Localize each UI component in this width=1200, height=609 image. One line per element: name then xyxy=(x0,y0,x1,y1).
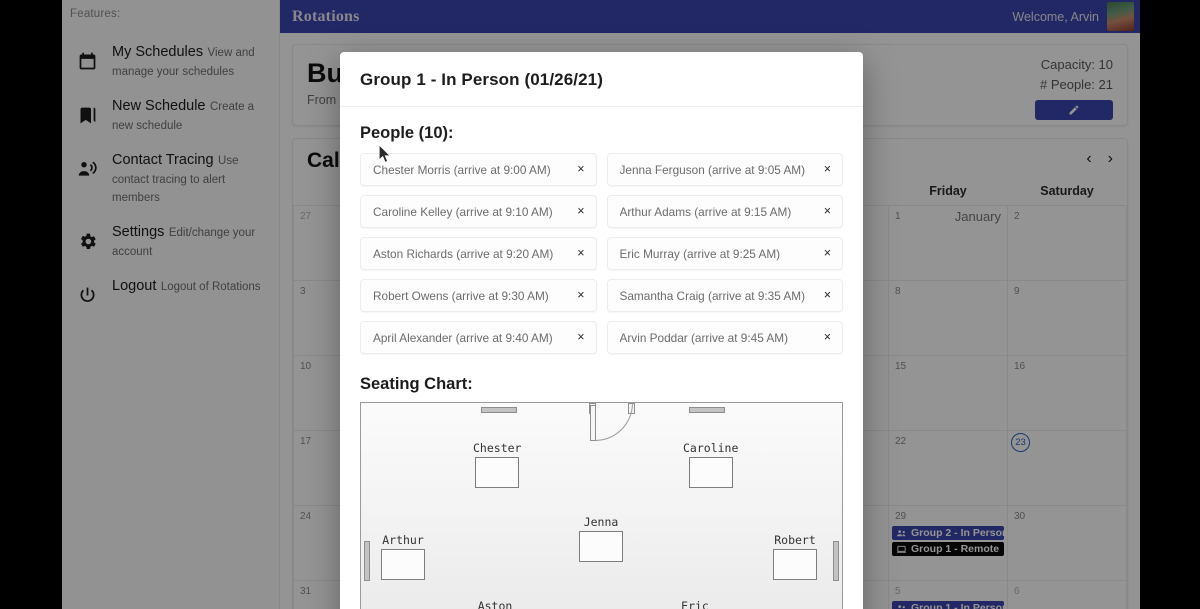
modal-scrollbar[interactable] xyxy=(1194,96,1199,396)
person-name: Jenna Ferguson (arrive at 9:05 AM) xyxy=(619,162,806,177)
seat-occupant-name: Eric xyxy=(681,599,709,609)
seating-chart[interactable]: Chester Caroline Jenna Arthur Robert Aston Eri… xyxy=(360,402,843,609)
seat-occupant-name: Caroline xyxy=(683,441,739,455)
person-chip: Arthur Adams (arrive at 9:15 AM) × xyxy=(606,195,843,228)
person-name: Samantha Craig (arrive at 9:35 AM) xyxy=(619,288,806,303)
door-icon xyxy=(589,403,635,443)
person-chip: Jenna Ferguson (arrive at 9:05 AM) × xyxy=(606,153,843,186)
mouse-pointer-icon xyxy=(378,143,392,169)
person-chip: Robert Owens (arrive at 9:30 AM) × xyxy=(360,279,597,312)
close-icon[interactable]: × xyxy=(577,331,584,344)
desk-shape xyxy=(381,549,425,580)
people-heading: People (10): xyxy=(360,124,454,142)
person-name: Eric Murray (arrive at 9:25 AM) xyxy=(619,246,781,261)
close-icon[interactable]: × xyxy=(577,247,584,260)
seat-desk[interactable]: Arthur xyxy=(381,533,425,580)
seat-desk[interactable]: Jenna xyxy=(579,515,623,562)
seat-desk[interactable]: Robert xyxy=(773,533,817,580)
person-chip: Caroline Kelley (arrive at 9:10 AM) × xyxy=(360,195,597,228)
close-icon[interactable]: × xyxy=(824,289,831,302)
window-icon xyxy=(833,541,839,581)
person-chip: Aston Richards (arrive at 9:20 AM) × xyxy=(360,237,597,270)
modal-title: Group 1 - In Person (01/26/21) xyxy=(360,70,603,89)
people-list: Chester Morris (arrive at 9:00 AM) × Jenna… xyxy=(360,153,843,354)
seat-occupant-name: Robert xyxy=(774,533,816,547)
seat-occupant-name: Jenna xyxy=(583,515,619,529)
screenshot-stage: Features: My Schedules View and manage y… xyxy=(0,0,1200,609)
person-name: Arvin Poddar (arrive at 9:45 AM) xyxy=(619,330,789,345)
close-icon[interactable]: × xyxy=(824,247,831,260)
close-icon[interactable]: × xyxy=(824,205,831,218)
person-chip: Chester Morris (arrive at 9:00 AM) × xyxy=(360,153,597,186)
seat-occupant-name: Chester xyxy=(473,441,522,455)
desk-shape xyxy=(688,457,733,488)
seat-occupant-name: Arthur xyxy=(382,533,424,547)
window-icon xyxy=(689,407,725,413)
close-icon[interactable]: × xyxy=(824,331,831,344)
seat-desk[interactable]: Chester xyxy=(473,441,521,488)
seat-desk[interactable]: Eric xyxy=(673,599,717,609)
person-name: Caroline Kelley (arrive at 9:10 AM) xyxy=(373,204,553,219)
close-icon[interactable]: × xyxy=(577,289,584,302)
close-icon[interactable]: × xyxy=(577,163,584,176)
modal-body[interactable]: People (10): Chester Morris (arrive at 9… xyxy=(340,107,863,609)
person-chip: April Alexander (arrive at 9:40 AM) × xyxy=(360,321,597,354)
desk-shape xyxy=(773,549,817,580)
modal-header: Group 1 - In Person (01/26/21) xyxy=(340,52,863,107)
desk-shape xyxy=(579,531,623,562)
person-name: April Alexander (arrive at 9:40 AM) xyxy=(373,330,553,345)
person-name: Aston Richards (arrive at 9:20 AM) xyxy=(373,246,554,261)
person-name: Arthur Adams (arrive at 9:15 AM) xyxy=(619,204,792,219)
window-icon xyxy=(481,407,517,413)
person-chip: Eric Murray (arrive at 9:25 AM) × xyxy=(606,237,843,270)
group-detail-modal: Group 1 - In Person (01/26/21) People (1… xyxy=(340,52,863,609)
person-name: Chester Morris (arrive at 9:00 AM) xyxy=(373,162,551,177)
close-icon[interactable]: × xyxy=(824,163,831,176)
seat-desk[interactable]: Aston xyxy=(473,599,517,609)
close-icon[interactable]: × xyxy=(577,205,584,218)
desk-shape xyxy=(475,457,520,488)
seating-chart-heading: Seating Chart: xyxy=(360,375,473,393)
person-name: Robert Owens (arrive at 9:30 AM) xyxy=(373,288,549,303)
window-icon xyxy=(364,541,370,581)
seat-desk[interactable]: Caroline xyxy=(683,441,738,488)
person-chip: Arvin Poddar (arrive at 9:45 AM) × xyxy=(606,321,843,354)
person-chip: Samantha Craig (arrive at 9:35 AM) × xyxy=(606,279,843,312)
seat-occupant-name: Aston xyxy=(477,599,513,609)
